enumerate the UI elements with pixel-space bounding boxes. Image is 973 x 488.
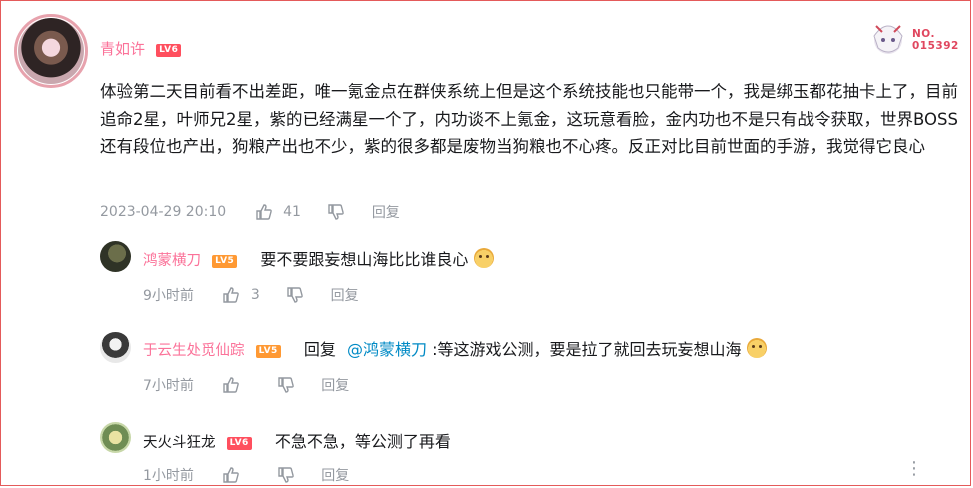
thumbs-up-icon	[223, 287, 240, 303]
like-button[interactable]	[222, 466, 240, 484]
thumbs-down-icon	[278, 467, 294, 483]
like-count: 41	[283, 204, 301, 220]
reply-row: 鸿蒙横刀 LV5 要不要跟妄想山海比比谁良心	[143, 246, 494, 270]
thumbs-up-icon	[223, 467, 240, 483]
reply-meta: 1小时前 回复	[143, 465, 349, 485]
avatar-pendant-frame	[14, 14, 88, 88]
reply-text: 不急不急，等公测了再看	[274, 432, 451, 451]
username[interactable]: 青如许	[100, 40, 145, 58]
comment-time: 2023-04-29 20:10	[100, 204, 227, 220]
like-count: 3	[250, 287, 260, 303]
reply-username[interactable]: 天火斗狂龙	[143, 435, 216, 451]
mention-link[interactable]: @鸿蒙横刀	[347, 340, 427, 359]
comment-header: 青如许 LV6	[100, 38, 182, 59]
more-options-icon[interactable]: ⋮	[905, 458, 923, 479]
reply-text: 要不要跟妄想山海比比谁良心	[260, 250, 469, 269]
comment-meta: 2023-04-29 20:10 41 回复	[100, 202, 400, 222]
reply-username[interactable]: 于云生处觅仙踪	[143, 343, 245, 359]
reply-prefix: 回复	[303, 340, 336, 359]
reply-button[interactable]: 回复	[331, 285, 359, 305]
reply-button[interactable]: 回复	[372, 202, 400, 222]
thumbs-down-icon	[287, 287, 304, 303]
reply-avatar[interactable]	[100, 422, 131, 453]
reply-avatar[interactable]	[100, 241, 131, 272]
reply-username[interactable]: 鸿蒙横刀	[143, 253, 201, 269]
level-badge: LV5	[255, 345, 281, 358]
like-button[interactable]: 41	[255, 203, 301, 221]
level-badge: LV6	[156, 44, 182, 57]
dislike-button[interactable]	[277, 376, 295, 394]
screenshot-frame	[0, 0, 971, 486]
avatar[interactable]	[14, 14, 88, 88]
dislike-button[interactable]	[327, 203, 345, 221]
doge-emoji-icon	[746, 338, 767, 358]
dislike-button[interactable]	[286, 286, 304, 304]
dislike-button[interactable]	[277, 466, 295, 484]
like-button[interactable]	[222, 376, 240, 394]
like-button[interactable]: 3	[222, 286, 260, 304]
fan-badge-label: NO.	[912, 28, 935, 40]
doge-emoji-icon	[473, 248, 494, 268]
thumbs-down-icon	[278, 377, 294, 393]
reply-row: 天火斗狂龙 LV6 不急不急，等公测了再看	[143, 428, 451, 452]
reply-meta: 7小时前 回复	[143, 375, 349, 395]
reply-time: 7小时前	[143, 378, 194, 394]
level-badge: LV5	[212, 255, 238, 268]
fan-badge-number: NO. 015392	[912, 28, 959, 52]
reply-row: 于云生处觅仙踪 LV5 回复 @鸿蒙横刀 :等这游戏公测，要是拉了就回去玩妄想山…	[143, 336, 767, 360]
thumbs-up-icon	[223, 377, 240, 393]
reply-time: 9小时前	[143, 288, 194, 304]
comment-content: 体验第二天目前看不出差距，唯一氪金点在群侠系统上但是这个系统技能也只能带一个，我…	[100, 82, 958, 156]
thumbs-down-icon	[328, 204, 345, 220]
reply-button[interactable]: 回复	[321, 465, 349, 485]
thumbs-up-icon	[255, 204, 272, 220]
reply-meta: 9小时前 3 回复	[143, 285, 359, 305]
reply-text: :等这游戏公测，要是拉了就回去玩妄想山海	[432, 340, 742, 359]
fan-badge-value: 015392	[912, 40, 959, 52]
reply-button[interactable]: 回复	[321, 375, 349, 395]
reply-avatar[interactable]	[100, 332, 131, 363]
level-badge: LV6	[226, 437, 252, 450]
reply-time: 1小时前	[143, 468, 194, 484]
fan-badge-icon	[868, 18, 908, 56]
